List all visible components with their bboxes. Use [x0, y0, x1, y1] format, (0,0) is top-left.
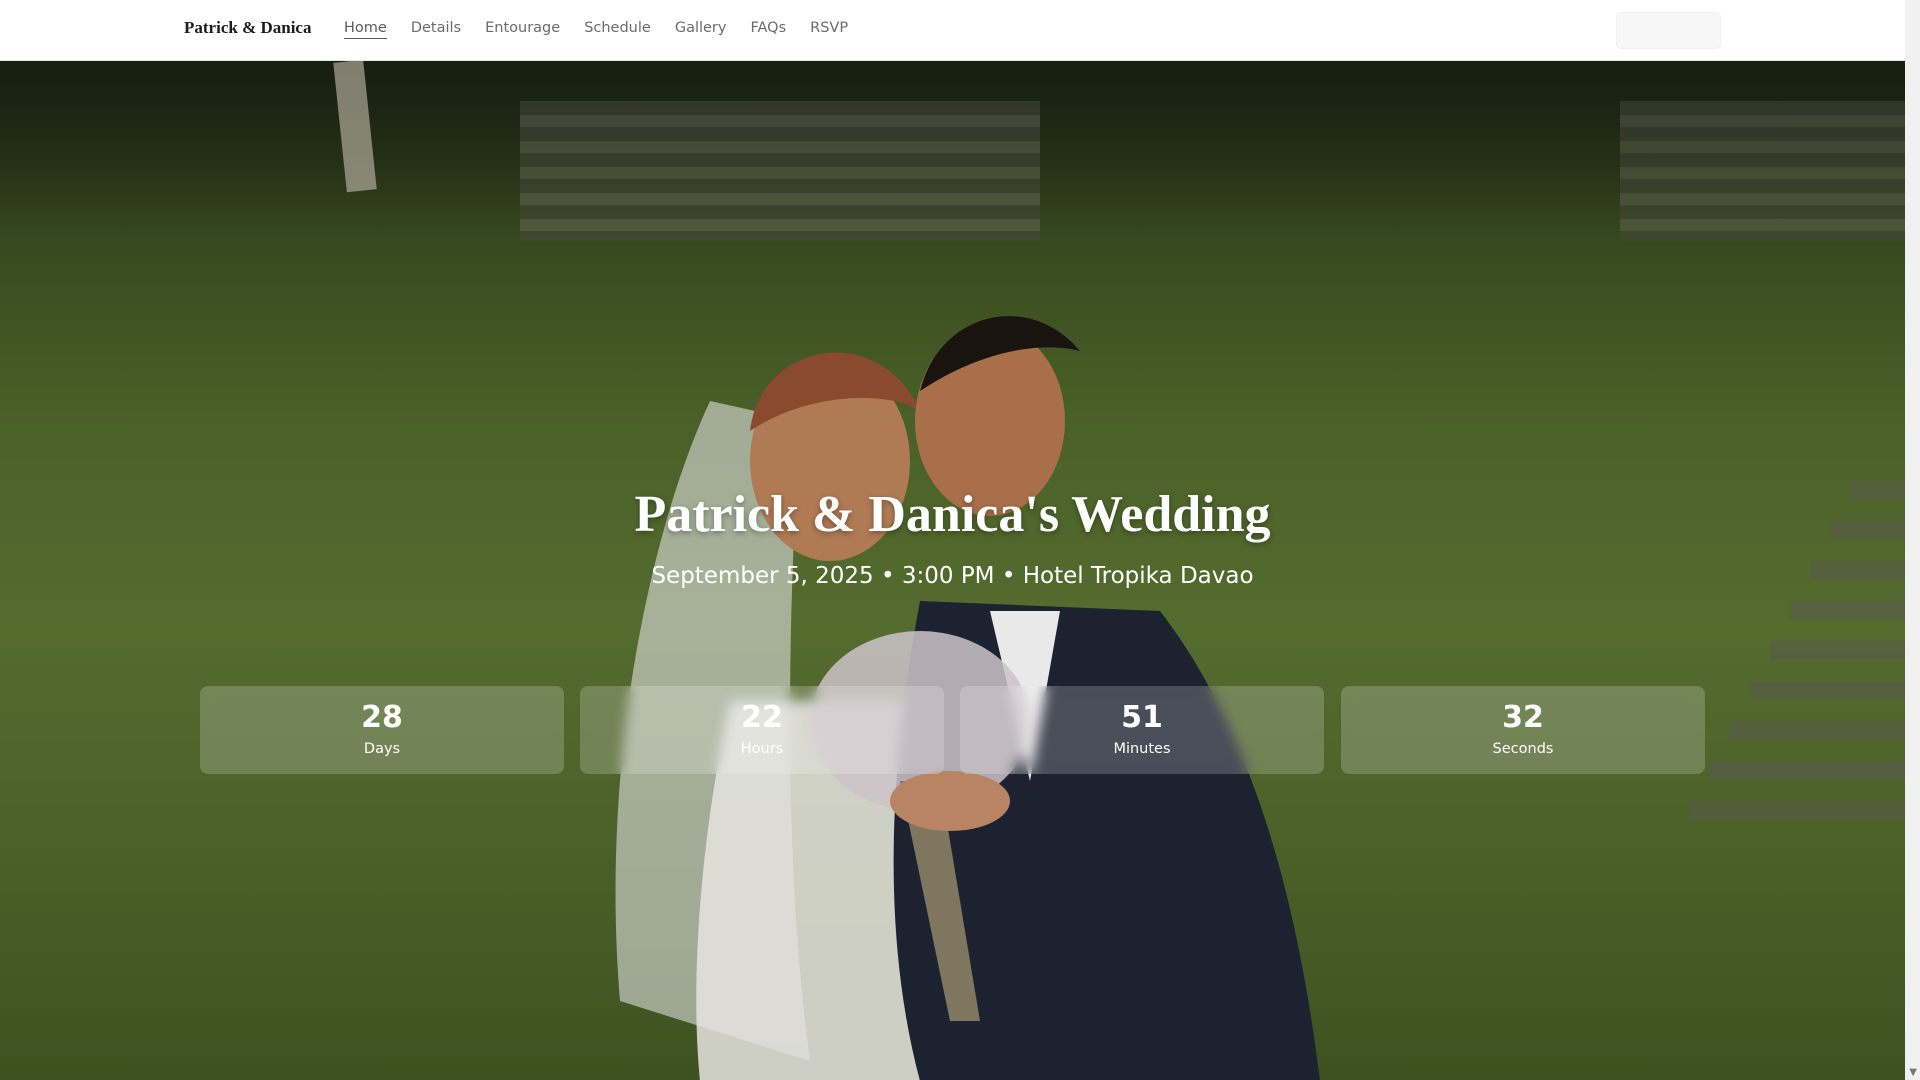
hero-subtitle: September 5, 2025 • 3:00 PM • Hotel Trop…	[651, 563, 1254, 589]
hero-title: Patrick & Danica's Wedding	[634, 486, 1271, 543]
countdown-hours-label: Hours	[740, 741, 784, 757]
nav-link-details[interactable]: Details	[411, 20, 461, 39]
nav-link-gallery[interactable]: Gallery	[675, 20, 727, 39]
hero-background-steps	[520, 101, 1040, 241]
top-navbar: Patrick & Danica Home Details Entourage …	[0, 0, 1905, 61]
countdown-seconds-value: 32	[1502, 700, 1544, 735]
countdown-days: 28 Days	[200, 686, 564, 774]
countdown-minutes-value: 51	[1121, 700, 1163, 735]
hero-section: Patrick & Danica's Wedding September 5, …	[0, 61, 1905, 1080]
nav-link-faqs[interactable]: FAQs	[750, 20, 786, 39]
hero-background-steps-right	[1620, 101, 1905, 241]
countdown-minutes-label: Minutes	[1113, 741, 1171, 757]
site-brand[interactable]: Patrick & Danica	[184, 18, 311, 38]
hero-background-stairs	[1690, 481, 1905, 819]
countdown-seconds-label: Seconds	[1492, 741, 1554, 757]
countdown-days-label: Days	[363, 741, 401, 757]
nav-link-home[interactable]: Home	[344, 20, 387, 39]
countdown-minutes: 51 Minutes	[960, 686, 1324, 774]
countdown-hours: 22 Hours	[580, 686, 944, 774]
nav-link-schedule[interactable]: Schedule	[584, 20, 651, 39]
chevron-down-icon[interactable]: ▼	[1909, 1067, 1917, 1078]
couple-photo	[615, 316, 1320, 1080]
countdown-hours-value: 22	[741, 700, 783, 735]
nav-action-button[interactable]	[1616, 12, 1721, 49]
countdown-days-value: 28	[361, 700, 403, 735]
nav-link-rsvp[interactable]: RSVP	[810, 20, 848, 39]
nav-links: Home Details Entourage Schedule Gallery …	[344, 20, 872, 39]
nav-link-entourage[interactable]: Entourage	[485, 20, 560, 39]
page-scrollbar[interactable]: ▼	[1905, 0, 1920, 1080]
countdown-seconds: 32 Seconds	[1341, 686, 1705, 774]
countdown: 28 Days 22 Hours 51 Minutes 32 Seconds	[200, 686, 1705, 774]
